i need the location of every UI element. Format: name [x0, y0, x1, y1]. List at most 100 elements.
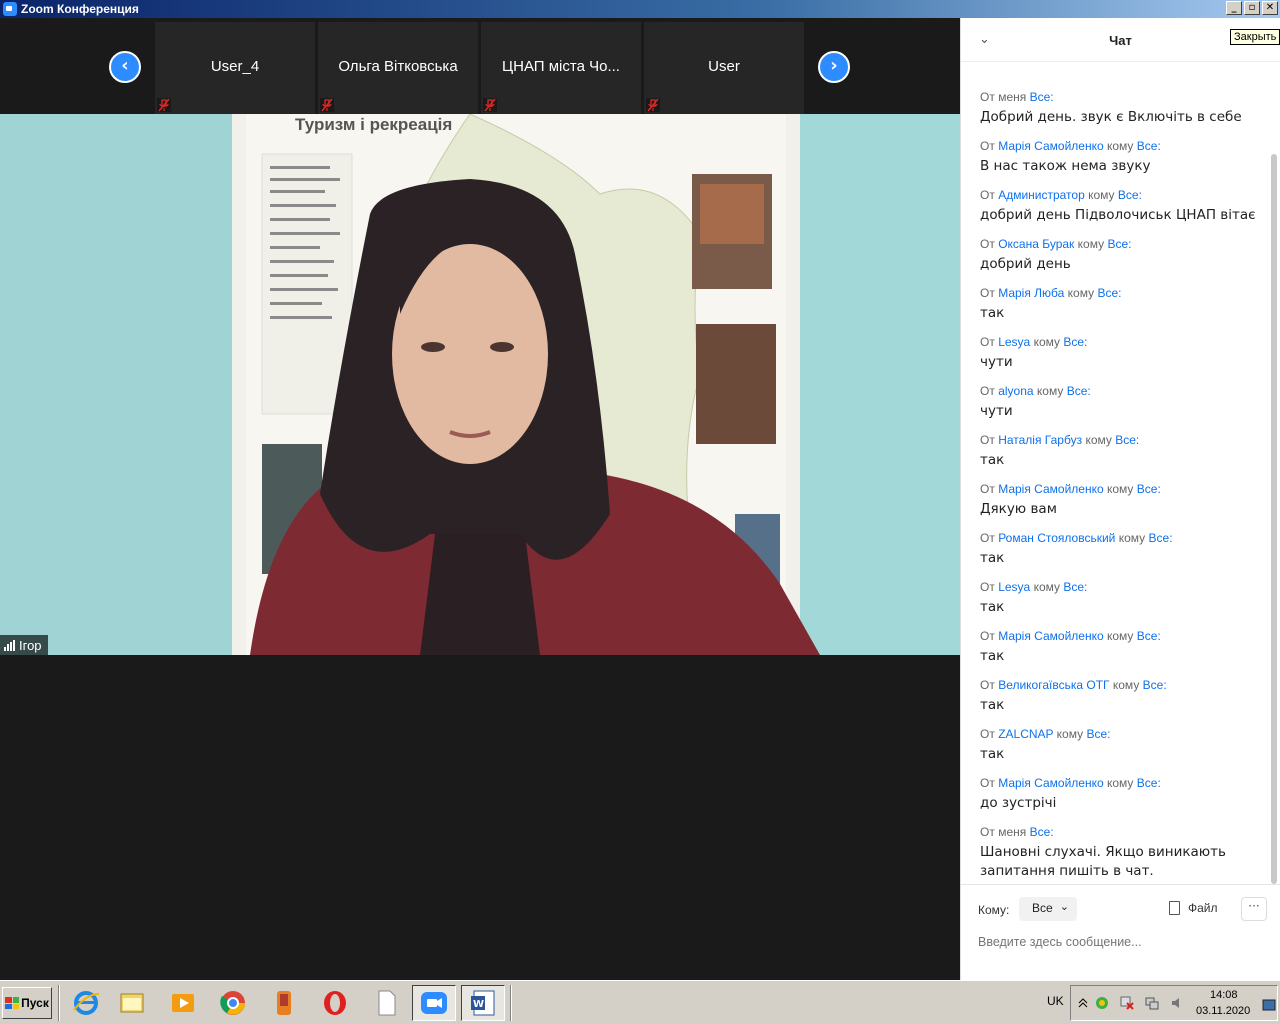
participant-thumbnail[interactable]: ЦНАП міста Чо...	[481, 22, 641, 114]
file-manager-icon[interactable]	[110, 985, 154, 1021]
recipient-name: Все:	[1063, 335, 1088, 349]
message-header: От меня Все:	[980, 825, 1260, 839]
to-label: кому	[1085, 433, 1112, 447]
file-icon	[1169, 901, 1180, 915]
signal-strength-icon	[4, 639, 15, 651]
recipient-name: Все:	[1136, 482, 1161, 496]
from-label: От	[980, 580, 995, 594]
participant-thumbnail[interactable]: User	[644, 22, 804, 114]
speaker-name: Ігор	[19, 637, 42, 653]
message-text: добрий день Підволочиськ ЦНАП вітає	[980, 207, 1256, 223]
sender-name: ZALCNAP	[998, 727, 1054, 741]
chat-message: От Оксана Бурак кому Все: добрий день	[980, 237, 1260, 274]
gallery-next-button[interactable]: ›	[818, 51, 850, 83]
message-header: От Lesya кому Все:	[980, 335, 1260, 349]
minimize-button[interactable]: _	[1226, 1, 1242, 15]
taskbar-separator	[58, 985, 60, 1021]
from-label: От	[980, 678, 995, 692]
security-icon[interactable]	[1095, 995, 1109, 1009]
chat-message: От alyona кому Все: чути	[980, 384, 1260, 421]
blank-document-icon[interactable]	[364, 985, 408, 1021]
opera-icon[interactable]	[313, 985, 357, 1021]
from-label: От	[980, 433, 995, 447]
recipient-select[interactable]: Все ⌄	[1019, 897, 1077, 921]
recipient-name: Все:	[1107, 237, 1132, 251]
participant-name: ЦНАП міста Чо...	[502, 58, 620, 75]
sender-name: Марія Самойленко	[998, 629, 1104, 643]
from-label: От	[980, 776, 995, 790]
sender-name: Марія Самойленко	[998, 139, 1104, 153]
start-label: Пуск	[21, 996, 49, 1010]
gallery-prev-button[interactable]: ‹	[109, 51, 141, 83]
window-title: Zoom Конференция	[21, 2, 139, 16]
svg-text:W: W	[473, 999, 484, 1010]
close-button[interactable]: ✕	[1262, 1, 1278, 15]
message-text: так	[980, 746, 1005, 762]
chat-scrollbar[interactable]	[1269, 62, 1279, 884]
recipient-name: Все:	[1066, 384, 1091, 398]
message-text: В нас також нема звуку	[980, 158, 1151, 174]
participant-thumbnail[interactable]: User_4	[155, 22, 315, 114]
show-desktop-icon[interactable]	[1262, 997, 1276, 1011]
from-label: От	[980, 825, 995, 839]
zoom-icon[interactable]	[412, 985, 456, 1021]
restore-button[interactable]: ▫	[1244, 1, 1260, 15]
to-label: кому	[1067, 286, 1095, 300]
recipient-name: Все:	[1117, 188, 1142, 202]
recipient-name: Все:	[1086, 727, 1111, 741]
more-options-button[interactable]: ···	[1241, 897, 1267, 921]
network-error-icon[interactable]	[1120, 995, 1134, 1010]
recipient-name: Все:	[1136, 776, 1161, 790]
message-text: до зустрічі	[980, 795, 1057, 811]
sender-name: alyona	[998, 384, 1034, 398]
language-indicator[interactable]: UK	[1047, 994, 1064, 1008]
internet-explorer-icon[interactable]	[64, 985, 108, 1021]
sender-name: Администратор	[998, 188, 1085, 202]
word-icon[interactable]: W	[461, 985, 505, 1021]
muted-mic-icon	[157, 98, 171, 112]
to-label: кому	[1106, 629, 1134, 643]
scrollbar-thumb[interactable]	[1271, 154, 1277, 884]
from-label: От	[980, 90, 995, 104]
chat-message: От меня Все: Добрий день. звук є Включіть…	[980, 90, 1260, 127]
sender-name: Оксана Бурак	[998, 237, 1075, 251]
windows-logo-icon	[5, 997, 20, 1009]
network-icon[interactable]	[1145, 995, 1159, 1010]
message-header: От Марія Самойленко кому Все:	[980, 629, 1260, 643]
app-icon[interactable]	[262, 985, 306, 1021]
start-button[interactable]: Пуск	[2, 987, 52, 1019]
recipient-name: Все:	[1115, 433, 1140, 447]
file-button[interactable]: Файл	[1169, 901, 1218, 915]
file-button-label: Файл	[1188, 901, 1218, 915]
chat-message-list[interactable]: От меня Все: Добрий день. звук є Включіть…	[961, 62, 1267, 884]
chrome-icon[interactable]	[211, 985, 255, 1021]
message-header: От alyona кому Все:	[980, 384, 1260, 398]
media-player-icon[interactable]	[161, 985, 205, 1021]
clock-date[interactable]: 03.11.2020	[1196, 1005, 1250, 1017]
message-header: От Оксана Бурак кому Все:	[980, 237, 1260, 251]
message-header: От Великогаївська ОТГ кому Все:	[980, 678, 1260, 692]
participant-thumbnail[interactable]: Ольга Вітковська	[318, 22, 478, 114]
to-label: кому	[1106, 482, 1134, 496]
message-header: От Марія Люба кому Все:	[980, 286, 1260, 300]
chat-message: От Роман Стояловський кому Все: так	[980, 531, 1260, 568]
to-label: кому	[1036, 384, 1064, 398]
recipient-name: Все:	[1097, 286, 1122, 300]
message-input[interactable]	[978, 935, 1268, 949]
tray-expand-icon[interactable]	[1076, 995, 1090, 1009]
message-header: От Марія Самойленко кому Все:	[980, 139, 1260, 153]
chat-message: От Lesya кому Все: чути	[980, 335, 1260, 372]
message-text: так	[980, 648, 1005, 664]
sender-name: меня	[998, 90, 1027, 104]
message-header: От Администратор кому Все:	[980, 188, 1260, 202]
recipient-label: Кому:	[978, 903, 1010, 917]
clock-time[interactable]: 14:08	[1210, 989, 1238, 1001]
chat-composer: Кому: Все ⌄ Файл ···	[961, 884, 1280, 980]
speaker-name-label: Ігор	[0, 635, 48, 655]
to-label: кому	[1106, 139, 1134, 153]
taskbar: Пуск W UK 14:08 03.11.2020	[0, 980, 1280, 1024]
recipient-name: Все:	[1136, 139, 1161, 153]
chevron-down-icon: ⌄	[1059, 901, 1069, 913]
volume-icon[interactable]	[1170, 995, 1184, 1009]
recipient-name: Все:	[1029, 825, 1054, 839]
